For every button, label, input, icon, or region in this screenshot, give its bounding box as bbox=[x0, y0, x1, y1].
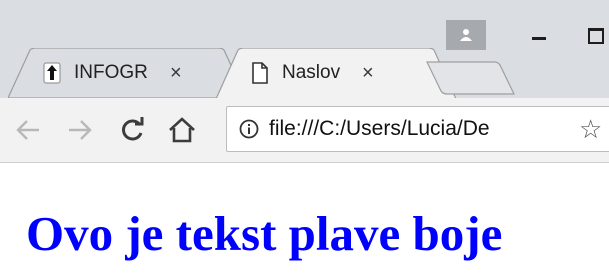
maximize-button[interactable] bbox=[578, 20, 609, 52]
browser-toolbar: file:///C:/Users/Lucia/De ☆ bbox=[0, 98, 609, 163]
tab-title: Naslov bbox=[282, 62, 341, 83]
back-arrow-icon bbox=[16, 120, 39, 140]
forward-button[interactable] bbox=[62, 112, 98, 148]
page-content: Ovo je tekst plave boje bbox=[0, 163, 609, 280]
page-heading: Ovo je tekst plave boje bbox=[26, 206, 503, 261]
title-bar: INFOGR × Naslov × bbox=[0, 0, 609, 99]
tab-title: INFOGR bbox=[74, 62, 148, 83]
new-tab-button[interactable] bbox=[426, 60, 516, 96]
tab-close-button[interactable]: × bbox=[170, 62, 182, 85]
url-text: file:///C:/Users/Lucia/De bbox=[269, 117, 490, 140]
graduation-icon bbox=[42, 62, 62, 84]
tab-close-button[interactable]: × bbox=[362, 62, 374, 85]
minimize-button[interactable] bbox=[520, 20, 560, 52]
tab-naslov[interactable]: Naslov × bbox=[216, 48, 456, 99]
home-button[interactable] bbox=[164, 112, 200, 148]
forward-arrow-icon bbox=[69, 120, 92, 140]
info-icon[interactable] bbox=[239, 119, 259, 139]
profile-button[interactable] bbox=[446, 20, 486, 50]
page-icon bbox=[250, 62, 270, 84]
person-icon bbox=[460, 29, 472, 41]
reload-icon bbox=[122, 117, 144, 141]
reload-button[interactable] bbox=[114, 112, 150, 148]
star-icon[interactable]: ☆ bbox=[579, 116, 602, 142]
address-bar[interactable]: file:///C:/Users/Lucia/De ☆ bbox=[226, 106, 609, 152]
back-button[interactable] bbox=[10, 112, 46, 148]
home-icon bbox=[169, 117, 195, 143]
tab-infogr[interactable]: INFOGR × bbox=[8, 48, 246, 98]
